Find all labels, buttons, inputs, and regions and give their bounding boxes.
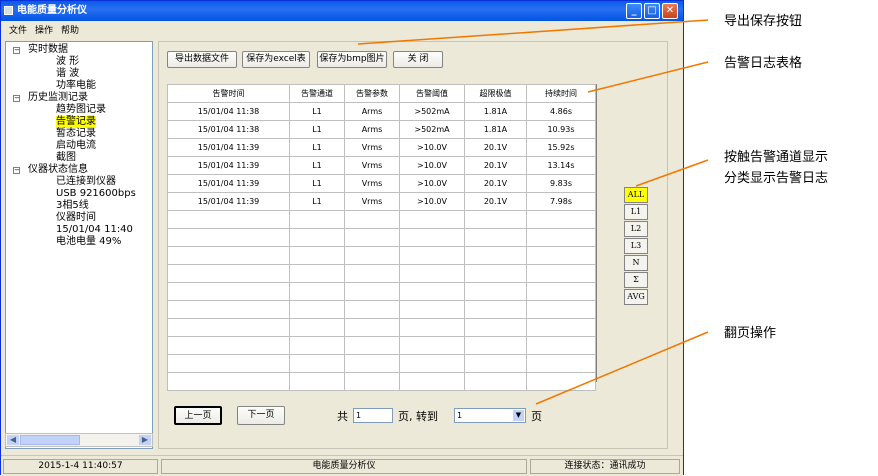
callout-line-table — [587, 61, 709, 93]
callout-line-channel — [635, 159, 709, 187]
callout-line-export — [357, 19, 709, 45]
callout-export: 导出保存按钮 — [724, 14, 803, 29]
callout-table: 告警日志表格 — [724, 56, 803, 71]
callout-line-paging — [535, 331, 709, 405]
callout-paging: 翻页操作 — [724, 326, 777, 341]
callout-channel-1: 按触告警通道显示 — [724, 150, 829, 165]
callout-channel-2: 分类显示告警日志 — [724, 171, 829, 186]
callout-lines — [357, 19, 709, 405]
